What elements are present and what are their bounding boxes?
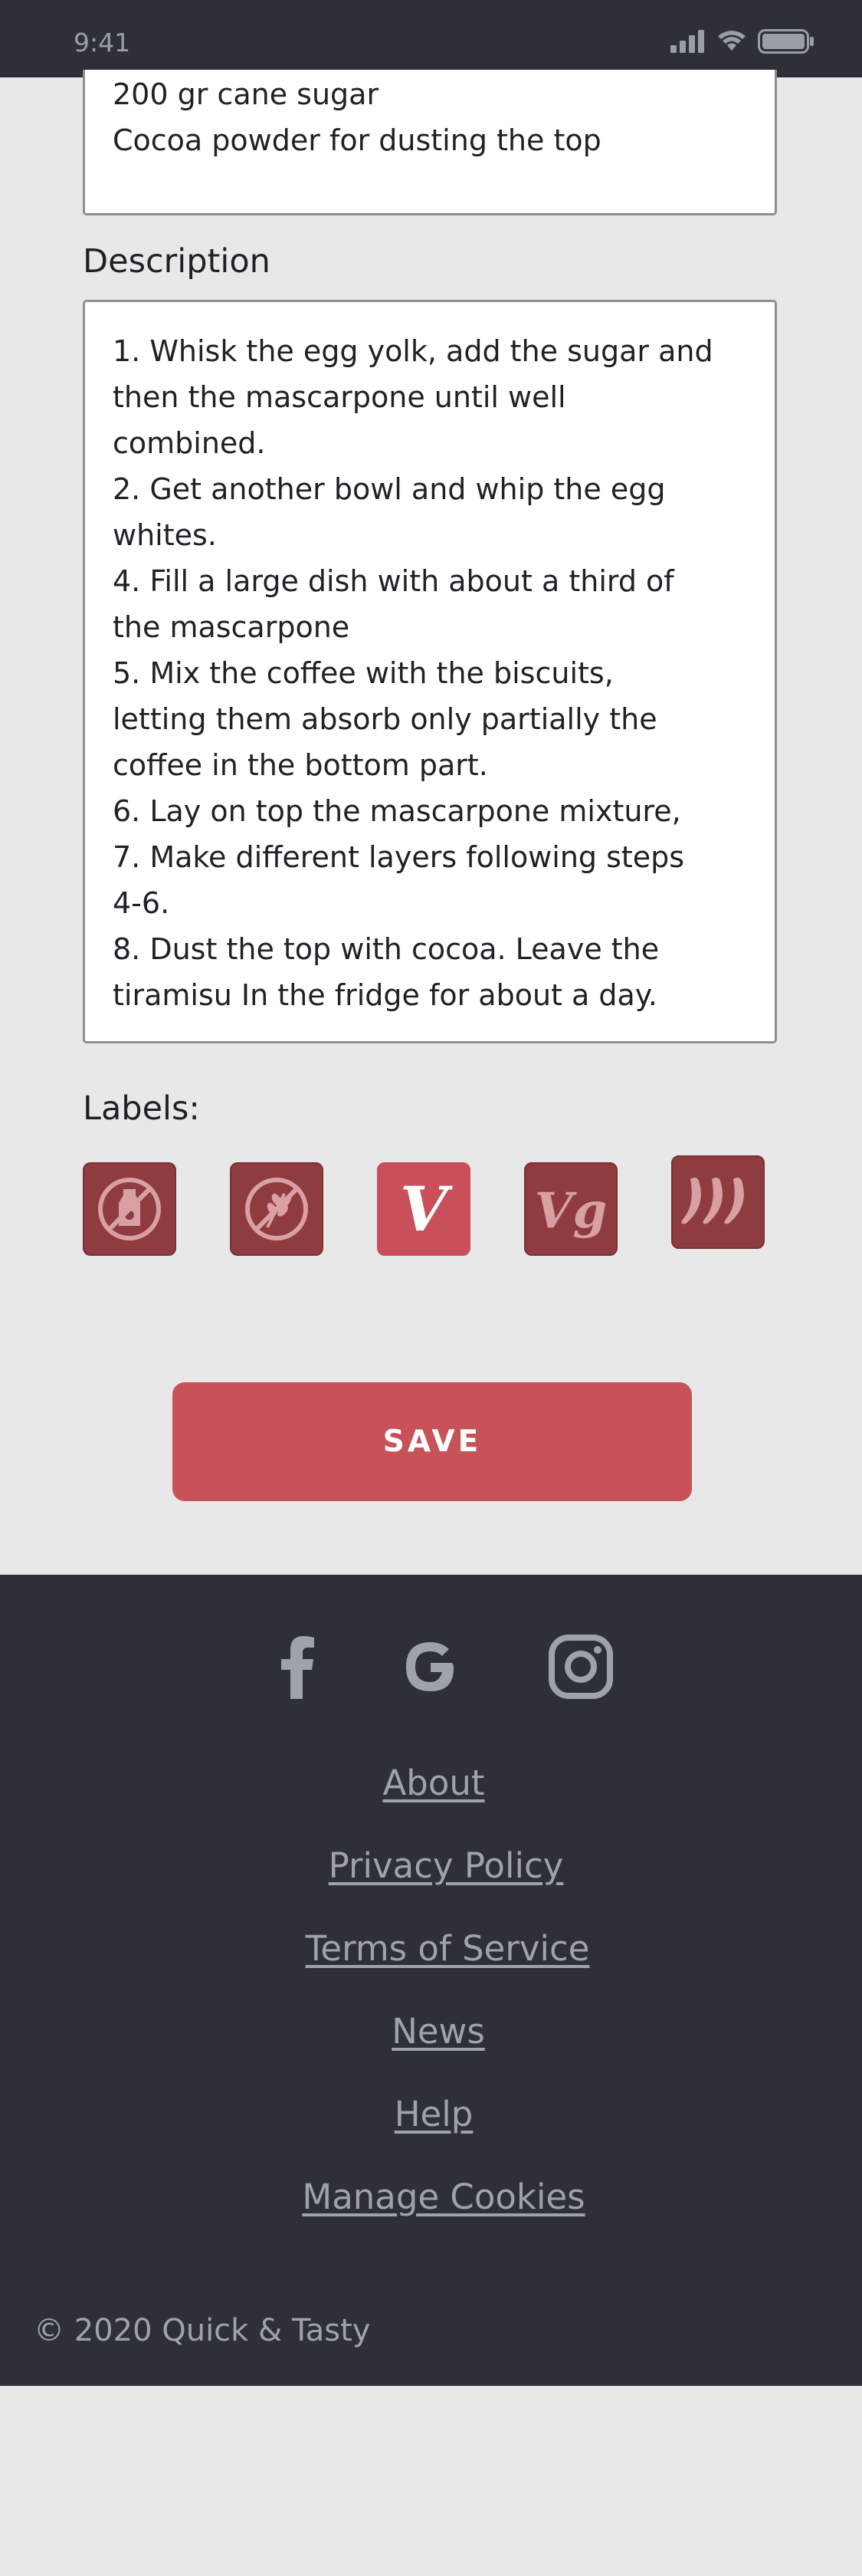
description-line: tiramisu In the fridge for about a day.	[113, 978, 657, 1012]
description-label: Description	[83, 242, 270, 281]
description-line: 7. Make different layers following steps	[113, 840, 685, 874]
label-vegetarian-toggle[interactable]: V	[377, 1162, 470, 1256]
no-dairy-icon	[94, 1174, 165, 1244]
vegan-icon-text: Vg	[535, 1182, 607, 1240]
label-spicy-toggle[interactable]	[671, 1155, 765, 1249]
signal-icon	[670, 30, 706, 53]
description-line: coffee in the bottom part.	[113, 748, 488, 782]
footer-link-privacy-policy[interactable]: Privacy Policy	[329, 1845, 564, 1886]
instagram-icon[interactable]	[542, 1628, 619, 1705]
label-vegan-toggle[interactable]: Vg	[524, 1162, 618, 1256]
vegan-icon: Vg	[533, 1174, 609, 1244]
status-icons	[670, 29, 814, 54]
description-line: whites.	[113, 518, 217, 552]
page-bottom-background	[0, 2386, 862, 2576]
description-line: 6. Lay on top the mascarpone mixture,	[113, 794, 681, 828]
footer-link-about[interactable]: About	[382, 1763, 484, 1803]
description-line: 1. Whisk the egg yolk, add the sugar and	[113, 334, 713, 368]
description-line: 4-6.	[113, 886, 170, 920]
battery-icon	[758, 29, 814, 54]
description-line: letting them absorb only partially the	[113, 702, 657, 736]
google-icon[interactable]	[392, 1628, 469, 1705]
description-line: the mascarpone	[113, 610, 350, 644]
copyright: © 2020 Quick & Tasty	[34, 2313, 371, 2348]
footer-link-manage-cookies[interactable]: Manage Cookies	[302, 2177, 585, 2217]
facebook-icon[interactable]	[259, 1628, 336, 1705]
footer: About Privacy Policy Terms of Service Ne…	[0, 1575, 862, 2386]
ingredient-line: Cocoa powder for dusting the top	[113, 123, 601, 157]
description-line: combined.	[113, 426, 266, 460]
ingredients-textarea[interactable]: 200 gr cane sugar Cocoa powder for dusti…	[83, 70, 777, 215]
ingredient-line: 200 gr cane sugar	[113, 77, 379, 111]
status-bar: 9:41	[0, 0, 862, 77]
labels-title: Labels:	[83, 1089, 200, 1128]
description-line: 8. Dust the top with cocoa. Leave the	[113, 932, 660, 966]
edit-recipe-form: 200 gr cane sugar Cocoa powder for dusti…	[0, 70, 862, 1575]
social-links	[0, 1628, 862, 1705]
labels-row: V Vg	[0, 1151, 862, 1258]
description-line: then the mascarpone until well	[113, 380, 566, 414]
vegetarian-icon: V	[388, 1174, 459, 1244]
description-textarea[interactable]: 1. Whisk the egg yolk, add the sugar and…	[83, 300, 777, 1043]
description-line: 4. Fill a large dish with about a third …	[113, 564, 674, 598]
footer-link-help[interactable]: Help	[395, 2094, 474, 2134]
label-no-gluten-toggle[interactable]	[230, 1162, 323, 1256]
wifi-icon	[716, 30, 747, 53]
status-time: 9:41	[74, 28, 131, 58]
footer-link-news[interactable]: News	[392, 2011, 485, 2052]
no-gluten-icon	[241, 1174, 312, 1244]
footer-link-terms-of-service[interactable]: Terms of Service	[306, 1928, 590, 1969]
save-button[interactable]: SAVE	[172, 1382, 692, 1501]
vegetarian-icon-text: V	[400, 1174, 453, 1244]
spicy-icon	[680, 1171, 756, 1233]
description-line: 2. Get another bowl and whip the egg	[113, 472, 666, 506]
description-line: 5. Mix the coffee with the biscuits,	[113, 656, 614, 690]
label-no-dairy-toggle[interactable]	[83, 1162, 176, 1256]
